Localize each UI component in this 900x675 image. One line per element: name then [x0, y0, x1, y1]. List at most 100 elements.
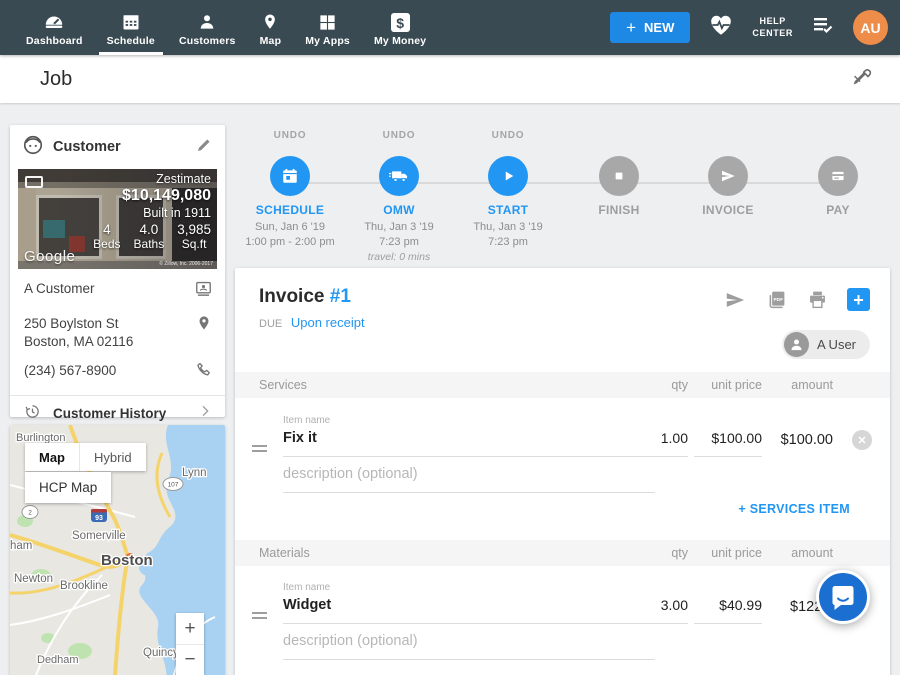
send-invoice-icon[interactable]	[724, 289, 746, 311]
customer-phone: (234) 567-8900	[24, 361, 116, 380]
service-item-qty-field[interactable]: 1.00	[620, 430, 688, 457]
customer-face-icon	[22, 134, 44, 161]
schedule-step-button[interactable]	[270, 156, 310, 196]
add-services-item-link[interactable]: + SERVICES ITEM	[738, 502, 850, 516]
money-dollar-icon: $	[391, 8, 410, 32]
svg-text:2: 2	[28, 510, 32, 517]
customers-person-icon	[197, 8, 217, 32]
invoice-title-text: Invoice	[259, 286, 324, 307]
service-item-description-field[interactable]: description (optional)	[283, 466, 655, 493]
map-label-brookline: Brookline	[60, 580, 108, 592]
route-2-shield: 2	[22, 506, 38, 519]
start-step-button[interactable]	[488, 156, 528, 196]
map-label-newton: Newton	[14, 573, 53, 585]
map-label-dedham: Dedham	[37, 654, 79, 666]
address-line2: Boston, MA 02116	[24, 334, 133, 349]
customer-card-title: Customer	[53, 139, 195, 155]
help-center-line2: CENTER	[752, 28, 793, 39]
nav-tab-dashboard[interactable]: Dashboard	[14, 0, 95, 55]
print-icon[interactable]	[806, 289, 828, 311]
content-area: Customer Zestimat	[0, 103, 900, 675]
map-type-hybrid-button[interactable]: Hybrid	[79, 443, 146, 471]
unit-price-column-header: unit price	[711, 378, 762, 392]
invoice-number[interactable]: #1	[330, 286, 351, 307]
step-detail: Thu, Jan 3 '19 7:23 pm	[443, 220, 573, 250]
nav-tab-my-apps[interactable]: My Apps	[293, 0, 362, 55]
customer-card-header: Customer	[10, 125, 225, 169]
nav-tab-map[interactable]: Map	[248, 0, 294, 55]
stat-value: 4.0	[134, 222, 165, 237]
map-pin-icon	[261, 8, 279, 32]
material-item-unit-price-field[interactable]: $40.99	[694, 597, 762, 624]
stop-icon	[610, 167, 628, 185]
address-line1: 250 Boylston St	[24, 316, 119, 331]
top-nav: Dashboard Schedule Customers Map	[0, 0, 900, 55]
service-item-unit-price-field[interactable]: $100.00	[694, 430, 762, 457]
property-streetview-image[interactable]: Zestimate $10,149,080 Built in 1911 4Bed…	[18, 169, 217, 269]
nav-tab-customers[interactable]: Customers	[167, 0, 248, 55]
map-zoom-control: + −	[176, 613, 204, 675]
assignee-avatar-icon	[784, 332, 809, 357]
contact-card-icon[interactable]	[194, 279, 213, 303]
page-title: Job	[40, 68, 72, 91]
map-label-boston: Boston	[101, 552, 153, 569]
map-label-ham: ham	[10, 540, 32, 552]
dashboard-gauge-icon	[43, 8, 65, 32]
health-heart-pulse-icon[interactable]	[708, 13, 734, 42]
add-invoice-button[interactable]: +	[847, 288, 870, 311]
map-label-lynn: Lynn	[182, 467, 207, 479]
pdf-icon[interactable]: PDF	[765, 289, 787, 311]
chat-fab-button[interactable]	[816, 570, 870, 624]
zoom-in-button[interactable]: +	[176, 613, 204, 644]
hcp-map-button[interactable]: HCP Map	[25, 472, 111, 503]
pay-step-button[interactable]	[818, 156, 858, 196]
service-item-amount: $100.00	[781, 432, 833, 448]
zoom-out-button[interactable]: −	[176, 644, 204, 675]
material-item-description-field[interactable]: description (optional)	[283, 633, 655, 660]
stat-value: 4	[93, 222, 120, 237]
zillow-copyright: © Zillow, Inc. 2006-2017	[159, 261, 213, 267]
location-pin-icon[interactable]	[195, 314, 213, 338]
svg-text:107: 107	[168, 482, 179, 489]
nav-tab-schedule[interactable]: Schedule	[95, 0, 167, 55]
plus-icon: +	[626, 19, 636, 36]
map-type-map-button[interactable]: Map	[25, 443, 79, 471]
nav-tab-label: Schedule	[107, 35, 155, 47]
invoice-step-button[interactable]	[708, 156, 748, 196]
map-label-somerville: Somerville	[72, 530, 126, 542]
service-item-name-field[interactable]: Fix it	[283, 430, 655, 457]
remove-item-button[interactable]: ✕	[852, 430, 872, 450]
streetview-toggle-icon[interactable]	[25, 176, 43, 188]
new-button[interactable]: + NEW	[610, 12, 690, 43]
zestimate-value: $10,149,080	[93, 187, 211, 205]
item-name-label: Item name	[283, 582, 330, 593]
due-value-link[interactable]: Upon receipt	[291, 315, 365, 330]
page-title-bar: Job	[0, 55, 900, 103]
nav-right: + NEW HELP CENTER AU	[610, 0, 900, 55]
phone-icon[interactable]	[195, 361, 213, 384]
built-year: Built in 1911	[93, 206, 211, 220]
job-tools-icon[interactable]	[850, 66, 872, 93]
step-time: 7:23 pm	[443, 235, 573, 250]
material-item-name-field[interactable]: Widget	[283, 597, 655, 624]
drag-handle[interactable]	[252, 612, 267, 622]
material-item-qty-field[interactable]: 3.00	[620, 597, 688, 624]
help-center-button[interactable]: HELP CENTER	[752, 16, 793, 39]
nav-tabs: Dashboard Schedule Customers Map	[0, 0, 438, 55]
calendar-icon	[281, 167, 299, 185]
new-button-label: NEW	[644, 20, 674, 35]
travel-time: travel: 0 mins	[334, 250, 464, 264]
finish-step-button[interactable]	[599, 156, 639, 196]
task-list-check-icon[interactable]	[811, 14, 835, 41]
nav-tab-my-money[interactable]: $ My Money	[362, 0, 438, 55]
edit-pencil-icon[interactable]	[195, 136, 213, 159]
user-avatar[interactable]: AU	[853, 10, 888, 45]
zestimate-overlay: Zestimate $10,149,080 Built in 1911 4Bed…	[93, 172, 211, 251]
svg-text:93: 93	[95, 515, 103, 522]
assignee-chip[interactable]: A User	[782, 330, 870, 359]
map-label-quincy: Quincy	[143, 647, 179, 659]
omw-step-button[interactable]	[379, 156, 419, 196]
stat-label: Sq.ft	[177, 237, 211, 251]
nav-tab-label: My Apps	[305, 35, 350, 47]
drag-handle[interactable]	[252, 445, 267, 455]
